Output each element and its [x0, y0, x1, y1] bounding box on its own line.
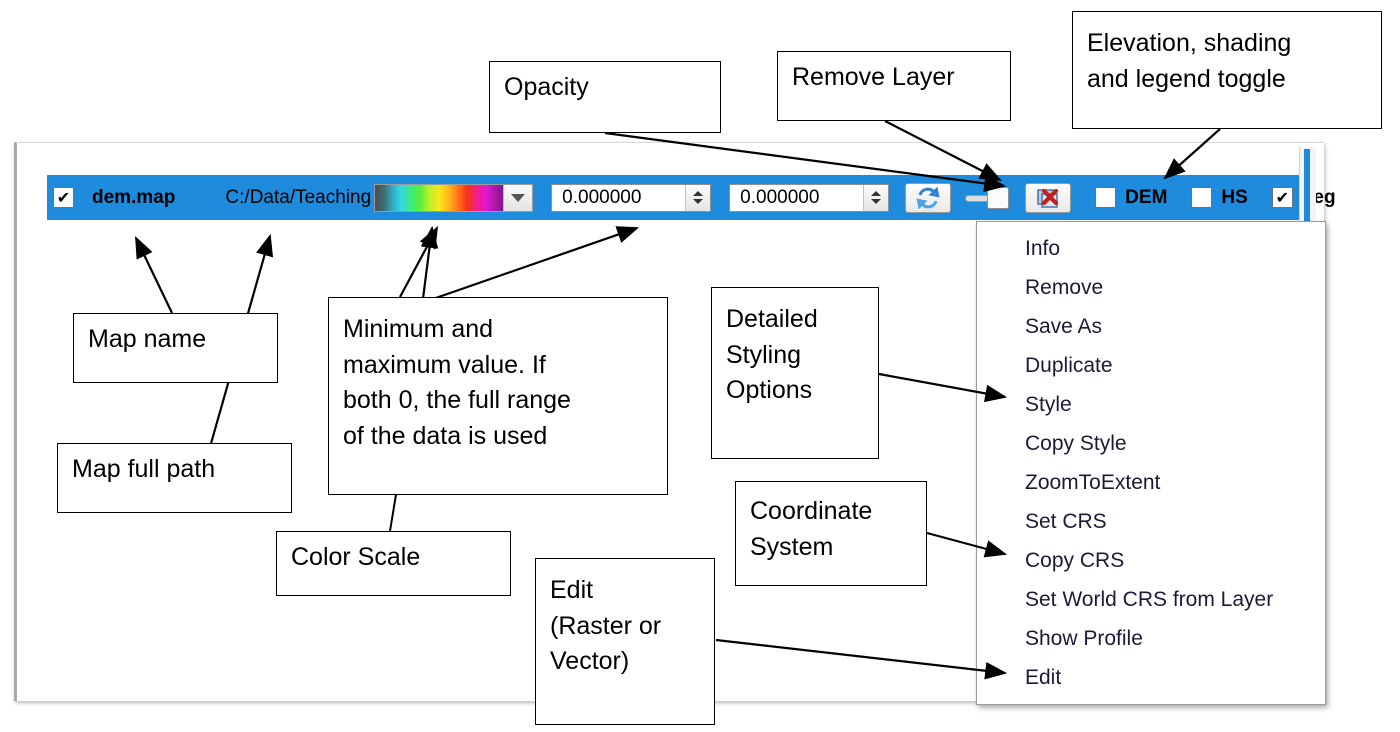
annotation-elevation-shading-legend: Elevation, shading and legend toggle [1072, 11, 1382, 129]
menu-item-zoom-to-extent[interactable]: ZoomToExtent [977, 463, 1325, 502]
remove-layer-icon [1037, 188, 1059, 208]
layer-name-label: dem.map [92, 186, 176, 208]
annotation-min-max-value: Minimum and maximum value. If both 0, th… [328, 297, 668, 495]
layer-row[interactable]: dem.map C:/Data/Teaching 0.000000 0.0000… [47, 175, 1336, 220]
menu-item-style[interactable]: Style [977, 385, 1325, 424]
annotation-opacity: Opacity [489, 61, 721, 133]
annotation-coordinate-system: Coordinate System [735, 481, 927, 586]
layer-visible-checkbox[interactable] [53, 187, 74, 208]
max-value-stepper[interactable] [863, 184, 889, 211]
max-value-text: 0.000000 [740, 186, 820, 208]
hs-checkbox[interactable] [1191, 187, 1213, 208]
annotation-detailed-styling-options: Detailed Styling Options [711, 287, 879, 459]
menu-item-set-world-crs[interactable]: Set World CRS from Layer [977, 580, 1325, 619]
refresh-icon [916, 186, 940, 209]
annotation-color-scale: Color Scale [276, 531, 511, 596]
annotation-map-full-path: Map full path [57, 443, 292, 513]
max-value-spinbox[interactable]: 0.000000 [729, 183, 890, 212]
color-ramp-swatch [375, 184, 504, 211]
annotation-map-name: Map name [73, 313, 278, 383]
min-value-stepper[interactable] [685, 184, 711, 211]
refresh-button[interactable] [905, 182, 952, 213]
menu-item-show-profile[interactable]: Show Profile [977, 619, 1325, 658]
dem-label: DEM [1125, 186, 1168, 208]
menu-item-info[interactable]: Info [977, 229, 1325, 268]
menu-item-edit[interactable]: Edit [977, 658, 1325, 697]
hs-label: HS [1221, 186, 1248, 208]
layer-path-label: C:/Data/Teaching [225, 186, 372, 208]
annotation-remove-layer: Remove Layer [777, 51, 1011, 121]
menu-item-copy-style[interactable]: Copy Style [977, 424, 1325, 463]
layer-context-menu[interactable]: Info Remove Save As Duplicate Style Copy… [976, 221, 1326, 705]
remove-layer-button[interactable] [1025, 182, 1072, 213]
min-value-text: 0.000000 [562, 186, 642, 208]
menu-item-duplicate[interactable]: Duplicate [977, 346, 1325, 385]
chevron-down-icon[interactable] [503, 184, 533, 211]
leg-checkbox[interactable] [1271, 187, 1293, 208]
opacity-slider-handle[interactable] [987, 186, 1010, 209]
toggle-dem[interactable]: DEM [1095, 187, 1167, 209]
annotation-edit: Edit (Raster or Vector) [535, 558, 715, 725]
menu-item-set-crs[interactable]: Set CRS [977, 502, 1325, 541]
menu-item-save-as[interactable]: Save As [977, 307, 1325, 346]
toggle-hs[interactable]: HS [1191, 186, 1248, 209]
color-scale-combobox[interactable] [374, 183, 534, 212]
opacity-slider[interactable] [965, 185, 1010, 211]
menu-item-copy-crs[interactable]: Copy CRS [977, 541, 1325, 580]
dem-checkbox[interactable] [1095, 187, 1117, 208]
menu-item-remove[interactable]: Remove [977, 268, 1325, 307]
min-value-spinbox[interactable]: 0.000000 [551, 183, 712, 212]
